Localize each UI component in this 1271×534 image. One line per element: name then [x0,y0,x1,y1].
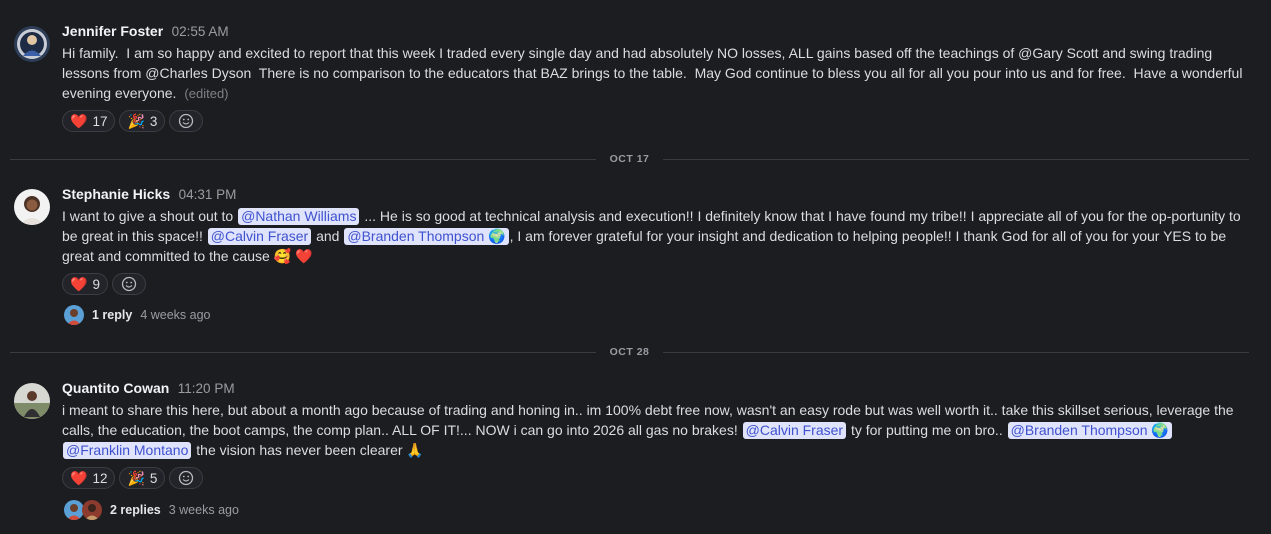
add-reaction-button[interactable] [169,467,204,489]
avatar[interactable] [14,189,50,225]
smiley-add-icon [121,276,137,292]
text-segment: and [312,228,344,244]
reaction-bar: ❤️ 12 🎉 5 [62,467,204,489]
text-segment: the vision has never been clearer 🙏 [192,442,424,458]
reply-time: 4 weeks ago [140,308,211,322]
author-name[interactable]: Jennifer Foster [62,23,163,39]
message-feed: Jennifer Foster 02:55 AM Hi family. I am… [0,0,1271,534]
add-reaction-button[interactable] [111,273,146,295]
text-segment [1173,422,1181,438]
mention[interactable]: @Nathan Williams [238,208,360,225]
reaction-count: 9 [92,276,100,292]
mention[interactable]: @Franklin Montano [63,442,192,459]
reply-time: 3 weeks ago [168,503,239,517]
date-label: OCT 28 [595,345,664,359]
reply-avatar [82,500,102,520]
reaction-bar: ❤️ 17 🎉 3 [62,110,204,132]
date-divider: OCT 28 [10,345,1249,359]
avatar[interactable] [14,383,50,419]
reply-avatar [64,500,84,520]
party-popper-icon: 🎉 [127,470,145,486]
date-label: OCT 17 [595,152,664,166]
thread-replies[interactable]: 1 reply 4 weeks ago [64,304,211,326]
reaction-bar: ❤️ 9 [62,273,146,295]
reaction-count: 3 [149,113,158,129]
text-segment: ty for putting me on bro.. [847,422,1007,438]
mention[interactable]: @Calvin Fraser [742,422,847,439]
edited-label: (edited) [184,86,229,101]
reaction-count: 17 [92,113,108,129]
heart-icon: ❤️ [70,276,88,292]
message-text: i meant to share this here, but about a … [62,400,1251,460]
timestamp: 04:31 PM [178,187,237,202]
message-text: I want to give a shout out to @Nathan Wi… [62,206,1251,266]
reaction-heart[interactable]: ❤️ 9 [62,273,108,295]
smiley-add-icon [179,113,194,129]
mention[interactable]: @Calvin Fraser [207,228,312,245]
author-name[interactable]: Stephanie Hicks [62,186,170,202]
reaction-party[interactable]: 🎉 3 [119,110,166,132]
party-popper-icon: 🎉 [127,113,145,129]
reaction-count: 12 [92,470,108,486]
reaction-heart[interactable]: ❤️ 12 [62,467,116,489]
reaction-count: 5 [149,470,158,486]
mention[interactable]: @Branden Thompson 🌍 [344,228,509,245]
reply-avatar [64,305,84,325]
reply-count[interactable]: 1 reply [92,308,132,322]
timestamp: 11:20 PM [177,381,235,396]
author-name[interactable]: Quantito Cowan [62,380,169,396]
add-reaction-button[interactable] [169,110,204,132]
thread-replies[interactable]: 2 replies 3 weeks ago [64,499,239,521]
reaction-party[interactable]: 🎉 5 [119,467,166,489]
reply-count[interactable]: 2 replies [110,503,161,517]
mention[interactable]: @Branden Thompson 🌍 [1007,422,1172,439]
heart-icon: ❤️ [70,470,88,486]
reaction-heart[interactable]: ❤️ 17 [62,110,116,132]
smiley-add-icon [179,470,194,486]
timestamp: 02:55 AM [171,24,229,39]
date-divider: OCT 17 [10,152,1249,166]
message-body: Hi family. I am so happy and excited to … [62,45,1247,101]
text-segment: I want to give a shout out to [62,208,238,224]
reply-avatars [64,500,102,520]
message-text: Hi family. I am so happy and excited to … [62,43,1251,104]
avatar[interactable] [14,26,50,62]
heart-icon: ❤️ [70,113,88,129]
